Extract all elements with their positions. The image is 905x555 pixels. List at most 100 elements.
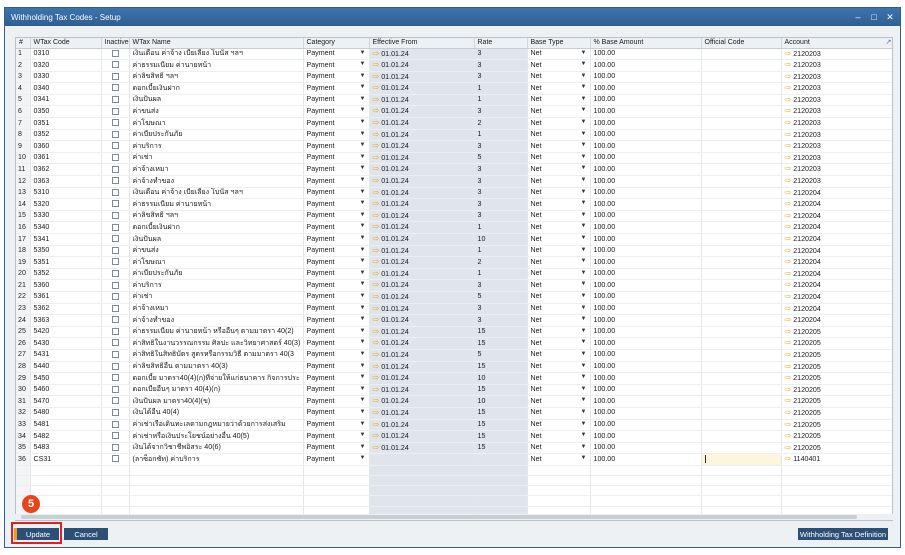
wtax-code-cell[interactable]: 5482 <box>30 430 102 443</box>
dropdown-arrow-icon[interactable]: ▼ <box>581 246 587 256</box>
wtax-name-cell[interactable]: ค่าธรรมเนียม ค่านายหน้า หรืออื่นๆ ตามมาต… <box>129 326 304 339</box>
official-code-cell[interactable] <box>701 303 782 316</box>
effective-from-cell[interactable]: ⇨ 01.01.24 <box>369 198 475 211</box>
account-cell[interactable]: ⇨ 2120203 <box>781 105 892 119</box>
effective-from-cell[interactable]: ⇨ 01.01.24 <box>369 210 475 223</box>
table-row[interactable]: 29 5450 ดอกเบี้ย มาตรา40(4)(ก)ที่จ่ายให้แก… <box>16 372 892 385</box>
dropdown-arrow-icon[interactable]: ▼ <box>581 269 587 279</box>
official-code-cell[interactable] <box>701 94 782 107</box>
wtax-code-cell[interactable]: 5483 <box>30 442 102 455</box>
base-type-select[interactable]: Net ▼ <box>527 221 591 234</box>
dropdown-arrow-icon[interactable]: ▼ <box>581 141 587 151</box>
base-amount-cell[interactable]: 100.00 <box>590 349 702 362</box>
base-amount-cell[interactable]: 100.00 <box>590 163 702 177</box>
account-cell[interactable]: ⇨ 2120205 <box>781 337 892 350</box>
base-amount-cell[interactable]: 100.00 <box>590 105 702 119</box>
wtax-name-cell[interactable]: เงินเดือน ค่าจ้าง เบี้ยเลี้ยง โบนัส ฯลฯ <box>129 48 304 61</box>
account-cell[interactable]: ⇨ 2120203 <box>781 163 892 177</box>
category-select[interactable]: Payment ▼ <box>303 430 370 443</box>
wtax-code-cell[interactable]: 5352 <box>30 268 102 281</box>
link-arrow-icon[interactable]: ⇨ <box>373 95 380 104</box>
link-arrow-icon[interactable]: ⇨ <box>373 362 380 371</box>
inactive-checkbox[interactable] <box>111 177 119 185</box>
update-button[interactable]: Update <box>14 528 59 540</box>
table-row[interactable]: 27 5431 ค่าสิทธิในสิทธิบัตร สูตรหรือกรรมวิ… <box>16 349 892 362</box>
link-arrow-icon[interactable]: ⇨ <box>785 199 792 208</box>
wtax-code-cell[interactable]: 5330 <box>30 210 102 223</box>
inactive-checkbox[interactable] <box>111 142 119 150</box>
category-select[interactable]: Payment ▼ <box>303 210 370 223</box>
account-cell[interactable]: ⇨ 2120203 <box>781 152 892 165</box>
table-row[interactable]: 31 5470 เงินปันผล มาตรา40(4)(ข) Payment ▼ ⇨ 01… <box>16 395 892 408</box>
dropdown-arrow-icon[interactable]: ▼ <box>581 176 587 186</box>
dropdown-arrow-icon[interactable]: ▼ <box>581 211 587 221</box>
wtax-code-cell[interactable]: 5480 <box>30 407 102 420</box>
account-cell[interactable]: ⇨ 2120205 <box>781 442 892 455</box>
category-select[interactable]: Payment ▼ <box>303 82 370 95</box>
inactive-checkbox[interactable] <box>111 443 119 451</box>
wtax-name-cell[interactable]: ค่าเบี้ยประกันภัย <box>129 268 304 281</box>
dropdown-arrow-icon[interactable]: ▼ <box>360 396 366 406</box>
link-arrow-icon[interactable]: ⇨ <box>373 396 380 405</box>
base-amount-cell[interactable]: 100.00 <box>590 233 702 246</box>
dropdown-arrow-icon[interactable]: ▼ <box>360 222 366 232</box>
wtax-name-cell[interactable]: ค่าขนส่ง <box>129 245 304 258</box>
official-code-cell[interactable] <box>701 372 782 385</box>
account-cell[interactable]: ⇨ 2120203 <box>781 48 892 61</box>
link-arrow-icon[interactable]: ⇨ <box>785 118 792 127</box>
dropdown-arrow-icon[interactable]: ▼ <box>581 72 587 82</box>
inactive-cell[interactable] <box>101 175 130 188</box>
effective-from-cell[interactable]: ⇨ 01.01.24 <box>369 326 475 339</box>
wtax-name-cell[interactable]: ค่าโฆษณา <box>129 117 304 130</box>
cancel-button[interactable]: Cancel <box>64 528 108 540</box>
effective-from-cell[interactable]: ⇨ 01.01.24 <box>369 105 475 119</box>
dropdown-arrow-icon[interactable]: ▼ <box>581 443 587 453</box>
category-select[interactable]: Payment ▼ <box>303 395 370 408</box>
table-row[interactable]: 17 5341 เงินปันผล Payment ▼ ⇨ 01.01.24 10 Net ▼ 10… <box>16 233 892 246</box>
link-arrow-icon[interactable]: ⇨ <box>373 280 380 289</box>
wtax-code-cell[interactable]: 5420 <box>30 326 102 339</box>
wtax-code-cell[interactable]: 5470 <box>30 395 102 408</box>
category-select[interactable]: Payment ▼ <box>303 349 370 362</box>
official-code-cell[interactable] <box>701 395 782 408</box>
inactive-cell[interactable] <box>101 82 130 95</box>
inactive-checkbox[interactable] <box>111 385 119 393</box>
base-amount-cell[interactable]: 100.00 <box>590 419 702 432</box>
base-type-select[interactable]: Net ▼ <box>527 48 591 61</box>
effective-from-cell[interactable]: ⇨ 01.01.24 <box>369 152 475 165</box>
dropdown-arrow-icon[interactable]: ▼ <box>360 60 366 70</box>
account-cell[interactable]: ⇨ 2120203 <box>781 140 892 153</box>
inactive-checkbox[interactable] <box>111 293 119 301</box>
dropdown-arrow-icon[interactable]: ▼ <box>581 199 587 209</box>
account-cell[interactable]: ⇨ 2120204 <box>781 303 892 316</box>
category-select[interactable]: Payment ▼ <box>303 245 370 258</box>
dropdown-arrow-icon[interactable]: ▼ <box>360 153 366 163</box>
effective-from-cell[interactable]: ⇨ 01.01.24 <box>369 82 475 95</box>
base-amount-cell[interactable]: 100.00 <box>590 395 702 408</box>
col-header-row-number[interactable]: # <box>16 38 31 49</box>
official-code-cell[interactable] <box>701 361 782 374</box>
link-arrow-icon[interactable]: ⇨ <box>373 222 380 231</box>
link-arrow-icon[interactable]: ⇨ <box>373 141 380 150</box>
official-code-cell[interactable] <box>701 337 782 350</box>
wtax-code-cell[interactable]: 5320 <box>30 198 102 211</box>
category-select[interactable]: Payment ▼ <box>303 221 370 234</box>
table-row[interactable]: 24 5363 ค่าจ้างทำของ Payment ▼ ⇨ 01.01.24 3 Net ▼… <box>16 314 892 327</box>
base-amount-cell[interactable]: 100.00 <box>590 210 702 223</box>
inactive-cell[interactable] <box>101 268 130 281</box>
link-arrow-icon[interactable]: ⇨ <box>373 327 380 336</box>
base-amount-cell[interactable]: 100.00 <box>590 71 702 84</box>
category-select[interactable]: Payment ▼ <box>303 94 370 107</box>
wtax-name-cell[interactable]: ดอกเบี้ยเงินฝาก <box>129 221 304 234</box>
official-code-cell[interactable] <box>701 384 782 397</box>
dropdown-arrow-icon[interactable]: ▼ <box>360 199 366 209</box>
table-row[interactable]: 11 0362 ค่าจ้างเหมา Payment ▼ ⇨ 01.01.24 3 Net ▼ 1… <box>16 163 892 177</box>
dropdown-arrow-icon[interactable]: ▼ <box>360 106 366 116</box>
link-arrow-icon[interactable]: ⇨ <box>785 211 792 220</box>
base-amount-cell[interactable]: 100.00 <box>590 117 702 130</box>
dropdown-arrow-icon[interactable]: ▼ <box>581 234 587 244</box>
link-arrow-icon[interactable]: ⇨ <box>785 362 792 371</box>
wtax-code-cell[interactable]: 5341 <box>30 233 102 246</box>
wtax-name-cell[interactable]: ค่าเช่า <box>129 291 304 304</box>
category-select[interactable]: Payment ▼ <box>303 279 370 292</box>
